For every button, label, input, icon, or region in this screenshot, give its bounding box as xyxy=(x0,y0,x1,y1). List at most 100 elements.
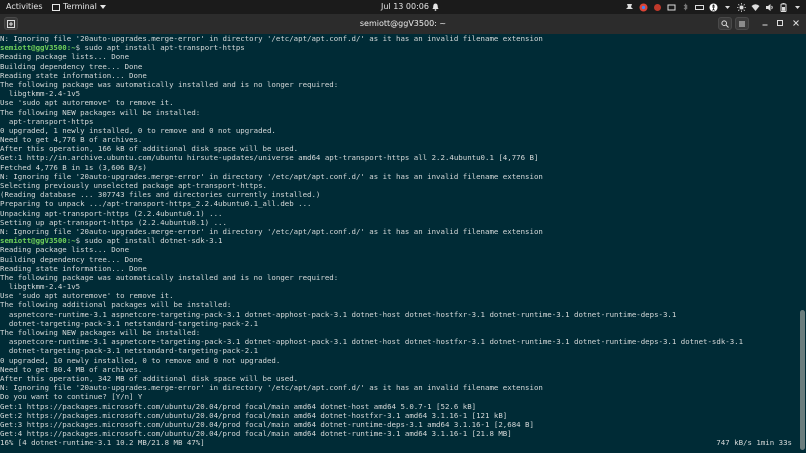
terminal-line-text: After this operation, 342 MB of addition… xyxy=(0,373,299,383)
terminal-line-text: Reading package lists... Done xyxy=(0,245,130,255)
scrollbar-thumb[interactable] xyxy=(800,310,805,450)
terminal-line-text: 16% [4 dotnet-runtime-3.1 10.2 MB/21.8 M… xyxy=(0,438,205,448)
terminal-line-text: The following NEW packages will be insta… xyxy=(0,107,201,117)
terminal-line: Need to get 80.4 MB of archives. xyxy=(0,365,798,374)
terminal-line-text: Use 'sudo apt autoremove' to remove it. xyxy=(0,291,174,301)
clock[interactable]: Jul 13 00:06 xyxy=(381,0,439,14)
terminal-line-text: Building dependency tree... Done xyxy=(0,61,143,71)
terminal-line: Reading package lists... Done xyxy=(0,245,798,254)
terminal-line-text: Get:2 https://packages.microsoft.com/ubu… xyxy=(0,410,508,420)
terminal-line: N: Ignoring file '20auto-upgrades.merge-… xyxy=(0,34,798,43)
terminal-line: Reading state information... Done xyxy=(0,71,798,80)
terminal-line-text: Fetched 4,776 B in 1s (3,606 B/s) xyxy=(0,162,147,172)
terminal-line: semiott@ggV3500:~$ sudo apt install dotn… xyxy=(0,236,798,245)
chrome-icon[interactable] xyxy=(639,3,648,12)
terminal-line: (Reading database ... 307743 files and d… xyxy=(0,190,798,199)
terminal-line-text: Preparing to unpack .../apt-transport-ht… xyxy=(0,199,312,209)
bluetooth-icon[interactable] xyxy=(681,2,690,12)
terminal-line: apt-transport-https xyxy=(0,117,798,126)
terminal-line: 16% [4 dotnet-runtime-3.1 10.2 MB/21.8 M… xyxy=(0,438,798,447)
terminal-line: Do you want to continue? [Y/n] Y xyxy=(0,392,798,401)
chevron-down-icon[interactable] xyxy=(793,3,802,12)
terminal-icon xyxy=(52,3,60,11)
terminal-line: Preparing to unpack .../apt-transport-ht… xyxy=(0,199,798,208)
terminal-line: Building dependency tree... Done xyxy=(0,62,798,71)
window-titlebar[interactable]: semiott@ggV3500: ~ xyxy=(0,14,806,34)
terminal-line-text: aspnetcore-runtime-3.1 aspnetcore-target… xyxy=(0,309,677,319)
accessibility-icon[interactable] xyxy=(709,3,718,12)
maximize-button[interactable] xyxy=(773,17,787,31)
clock-label: Jul 13 00:06 xyxy=(381,2,429,11)
minimize-icon xyxy=(762,24,768,26)
terminal-line-text: Get:3 https://packages.microsoft.com/ubu… xyxy=(0,419,534,429)
terminal-line: The following NEW packages will be insta… xyxy=(0,328,798,337)
scrollbar[interactable] xyxy=(798,34,806,453)
window-title: semiott@ggV3500: ~ xyxy=(359,19,447,28)
terminal-line-text: After this operation, 166 kB of addition… xyxy=(0,144,299,154)
terminal-line: Building dependency tree... Done xyxy=(0,255,798,264)
terminal-line: N: Ignoring file '20auto-upgrades.merge-… xyxy=(0,383,798,392)
keyboard-icon[interactable] xyxy=(695,3,704,12)
terminal-line: Setting up apt-transport-https (2.2.4ubu… xyxy=(0,218,798,227)
terminal-line-text: dotnet-targeting-pack-3.1 netstandard-ta… xyxy=(0,346,259,356)
terminal-line-text: Building dependency tree... Done xyxy=(0,254,143,264)
terminal-line-text: 0 upgraded, 1 newly installed, 0 to remo… xyxy=(0,125,276,135)
terminal-line-text: aspnetcore-runtime-3.1 aspnetcore-target… xyxy=(0,337,744,347)
record-icon[interactable] xyxy=(653,3,662,12)
search-icon xyxy=(721,19,729,28)
terminal-line-text: Get:4 https://packages.microsoft.com/ubu… xyxy=(0,429,512,439)
volume-icon[interactable] xyxy=(765,3,774,12)
terminal-line-text: Reading state information... Done xyxy=(0,70,147,80)
terminal-line: Get:2 https://packages.microsoft.com/ubu… xyxy=(0,411,798,420)
terminal-output[interactable]: N: Ignoring file '20auto-upgrades.merge-… xyxy=(0,34,798,453)
terminal-line-text: The following additional packages will b… xyxy=(0,300,232,310)
terminal-line-text: Unpacking apt-transport-https (2.2.4ubun… xyxy=(0,208,223,218)
terminal-line: 0 upgraded, 10 newly installed, 0 to rem… xyxy=(0,356,798,365)
search-button[interactable] xyxy=(718,17,732,30)
terminal-line: The following package was automatically … xyxy=(0,80,798,89)
battery-icon[interactable] xyxy=(779,2,788,12)
terminal-line: Reading state information... Done xyxy=(0,264,798,273)
terminal-line-text: $ sudo apt install apt-transport-https xyxy=(75,43,245,53)
terminal-line-text: N: Ignoring file '20auto-upgrades.merge-… xyxy=(0,226,543,236)
terminal-line: Reading package lists... Done xyxy=(0,52,798,61)
terminal-line-text: The following NEW packages will be insta… xyxy=(0,328,201,337)
terminal-line: dotnet-targeting-pack-3.1 netstandard-ta… xyxy=(0,346,798,355)
terminal-line-text: Setting up apt-transport-https (2.2.4ubu… xyxy=(0,217,227,227)
terminal-line-text: $ sudo apt install dotnet-sdk-3.1 xyxy=(75,236,223,246)
bell-icon xyxy=(432,3,439,11)
terminal-line: The following package was automatically … xyxy=(0,273,798,282)
chevron-down-icon[interactable] xyxy=(723,3,732,12)
terminal-line-text: (Reading database ... 307743 files and d… xyxy=(0,190,321,200)
terminal-line-text: Reading package lists... Done xyxy=(0,52,130,62)
terminal-line: Use 'sudo apt autoremove' to remove it. xyxy=(0,291,798,300)
terminal-line: The following NEW packages will be insta… xyxy=(0,108,798,117)
minimize-button[interactable] xyxy=(758,17,772,31)
wifi-icon[interactable] xyxy=(751,3,760,12)
terminal-line-text: Use 'sudo apt autoremove' to remove it. xyxy=(0,98,174,108)
terminal-line-text: N: Ignoring file '20auto-upgrades.merge-… xyxy=(0,34,543,43)
pin-icon[interactable] xyxy=(625,3,634,12)
terminal-line: Fetched 4,776 B in 1s (3,606 B/s) xyxy=(0,163,798,172)
shell-prompt: semiott@ggV3500:~ xyxy=(0,43,76,53)
activities-button[interactable]: Activities xyxy=(6,0,43,14)
terminal-line: dotnet-targeting-pack-3.1 netstandard-ta… xyxy=(0,319,798,328)
terminal-line: libgtkmm-2.4-1v5 xyxy=(0,282,798,291)
terminal-line-text: libgtkmm-2.4-1v5 xyxy=(0,282,81,292)
terminal-line: Selecting previously unselected package … xyxy=(0,181,798,190)
terminal-line: aspnetcore-runtime-3.1 aspnetcore-target… xyxy=(0,310,798,319)
terminal-line-text: Do you want to continue? [Y/n] Y xyxy=(0,392,143,402)
terminal-line-text: Need to get 4,776 B of archives. xyxy=(0,135,143,145)
terminal-line-text: Get:1 https://packages.microsoft.com/ubu… xyxy=(0,401,477,411)
brightness-icon[interactable] xyxy=(737,2,746,12)
terminal-line: After this operation, 342 MB of addition… xyxy=(0,374,798,383)
menu-button[interactable] xyxy=(735,17,749,30)
terminal-line-text: N: Ignoring file '20auto-upgrades.merge-… xyxy=(0,171,543,181)
app-menu[interactable]: Terminal xyxy=(52,0,106,14)
terminal-line: Get:1 http://in.archive.ubuntu.com/ubunt… xyxy=(0,153,798,162)
close-icon xyxy=(793,20,799,26)
terminal-line: Unpacking apt-transport-https (2.2.4ubun… xyxy=(0,209,798,218)
window-icon[interactable] xyxy=(667,3,676,12)
close-button[interactable] xyxy=(789,17,803,31)
chevron-down-icon xyxy=(99,5,106,9)
